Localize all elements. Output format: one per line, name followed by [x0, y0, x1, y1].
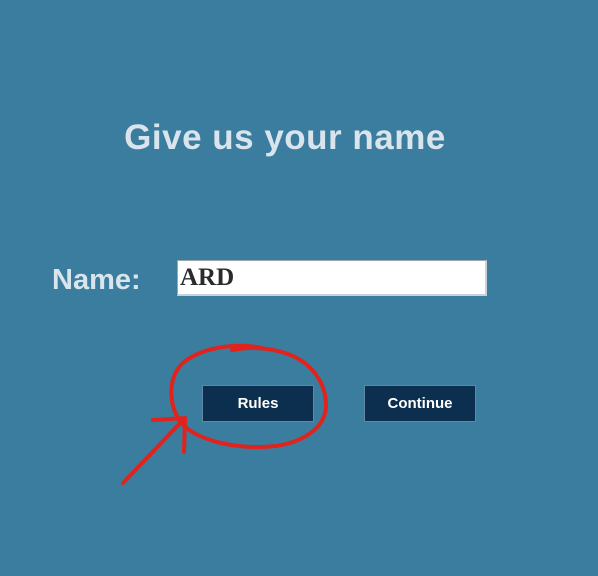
page-title: Give us your name [124, 118, 446, 157]
continue-button[interactable]: Continue [364, 385, 476, 422]
rules-button[interactable]: Rules [202, 385, 314, 422]
name-input[interactable] [177, 260, 487, 296]
name-label: Name: [52, 264, 141, 296]
annotation-arrow [121, 416, 187, 485]
